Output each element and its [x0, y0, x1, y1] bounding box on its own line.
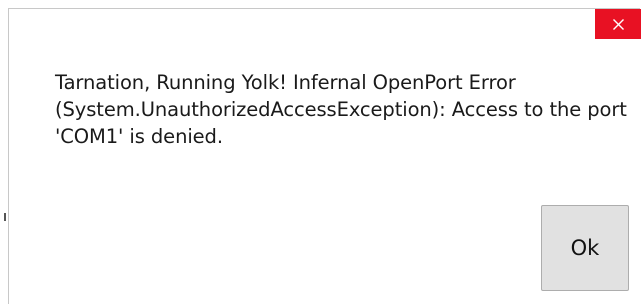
- ok-button-label: Ok: [570, 236, 600, 260]
- window-edge-marker: [4, 213, 6, 221]
- close-icon: [612, 18, 624, 30]
- title-bar[interactable]: [9, 9, 641, 39]
- screen: Tarnation, Running Yolk! Infernal OpenPo…: [0, 0, 641, 305]
- close-button[interactable]: [595, 9, 641, 39]
- error-message: Tarnation, Running Yolk! Infernal OpenPo…: [55, 71, 627, 148]
- error-dialog: Tarnation, Running Yolk! Infernal OpenPo…: [8, 8, 641, 304]
- ok-button[interactable]: Ok: [541, 205, 629, 291]
